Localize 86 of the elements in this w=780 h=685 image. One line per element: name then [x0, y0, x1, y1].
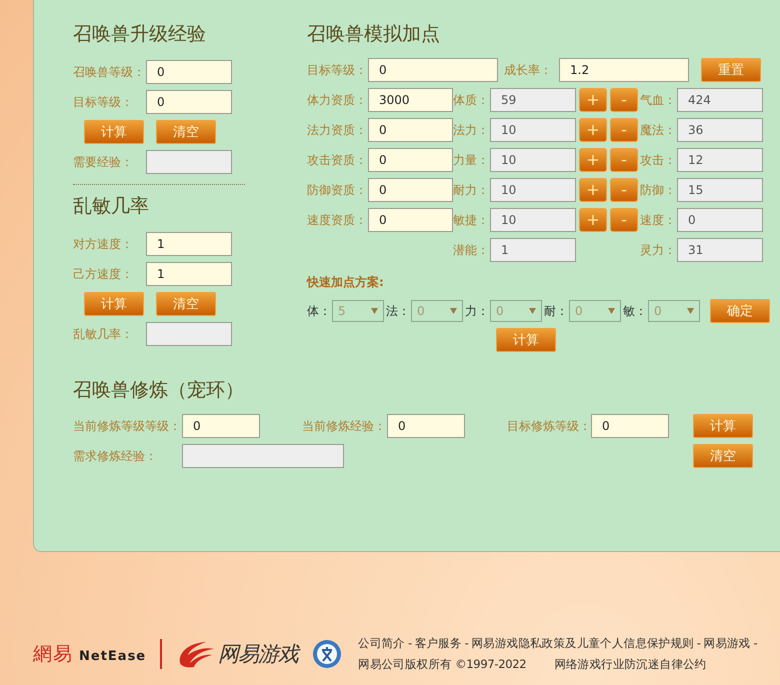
input-field[interactable]: 0 — [591, 414, 669, 438]
field-label: 法力： — [453, 122, 490, 138]
footer-link[interactable]: 客户服务 — [414, 636, 462, 651]
input-field[interactable]: 15 — [677, 178, 763, 202]
field-label: 攻击资质： — [307, 152, 368, 168]
input-field[interactable]: 0 — [368, 118, 453, 142]
field-label: 体质： — [453, 92, 490, 108]
select-label: 敏： — [623, 302, 648, 320]
input-field[interactable]: 0 — [368, 178, 453, 202]
caret-icon — [687, 308, 694, 314]
separator: - — [753, 636, 758, 651]
field-label: 攻击： — [640, 152, 677, 168]
input-field[interactable] — [146, 150, 232, 174]
input-field[interactable]: 0 — [368, 208, 453, 232]
select-label: 力： — [465, 302, 490, 320]
footer-link[interactable]: 公司简介 — [358, 636, 405, 651]
input-field[interactable]: 1 — [490, 238, 576, 262]
input-field[interactable]: 0 — [146, 60, 232, 84]
field-label: 目标等级： — [73, 94, 134, 110]
caret-icon — [450, 308, 457, 314]
field-label: 目标等级： — [307, 62, 368, 78]
games-logo: 网易游戏 — [176, 639, 298, 669]
field-label: 当前修炼等级等级： — [73, 418, 182, 434]
input-field[interactable]: 1.2 — [559, 58, 689, 82]
field-label: 对方速度： — [73, 236, 134, 252]
input-field[interactable]: 0 — [146, 90, 232, 114]
field-label: 召唤兽等级： — [73, 64, 146, 80]
section-title: 乱敏几率 — [73, 194, 150, 218]
field-label: 防御资质： — [307, 182, 368, 198]
field-label: 需求修炼经验： — [73, 448, 158, 464]
input-field[interactable]: 12 — [677, 148, 763, 172]
separator: - — [408, 636, 412, 651]
field-label: 气血： — [640, 92, 677, 108]
field-label: 法力资质： — [307, 122, 368, 138]
field-label: 己方速度： — [73, 266, 134, 282]
field-label: 灵力： — [640, 242, 677, 258]
section-title: 召唤兽升级经验 — [73, 22, 207, 46]
field-label: 乱敏几率： — [73, 326, 134, 342]
quick-plan-label: 快速加点方案: — [307, 274, 385, 291]
input-field[interactable]: 1 — [146, 232, 232, 256]
select-label: 体： — [307, 302, 332, 320]
section-title: 召唤兽修炼（宠环） — [73, 378, 245, 402]
caret-icon — [529, 308, 536, 314]
field-label: 目标修炼等级： — [507, 418, 591, 434]
separator: - — [696, 636, 701, 651]
badge-icon — [312, 639, 342, 669]
input-field[interactable]: 0 — [368, 58, 498, 82]
input-field[interactable]: 31 — [677, 238, 763, 262]
brand-logo: 網易 NetEase — [33, 642, 146, 667]
input-field[interactable]: 0 — [677, 208, 763, 232]
input-field[interactable]: 10 — [490, 178, 576, 202]
footer-link[interactable]: 网络游戏行业防沉迷自律公约 — [554, 657, 706, 672]
input-field[interactable]: 10 — [490, 118, 576, 142]
input-field[interactable]: 10 — [490, 208, 576, 232]
input-field[interactable]: 1 — [146, 262, 232, 286]
select-label: 法： — [386, 302, 411, 320]
input-field[interactable]: 36 — [677, 118, 763, 142]
separator: - — [464, 636, 468, 651]
copyright-text: 网易公司版权所有 ©1997-2022 — [358, 657, 526, 672]
field-label: 力量： — [453, 152, 490, 168]
field-label: 需要经验： — [73, 154, 134, 170]
caret-icon — [608, 308, 615, 314]
caret-icon — [371, 308, 378, 314]
select-label: 耐： — [544, 302, 569, 320]
field-label: 成长率： — [504, 62, 553, 78]
field-label: 敏捷： — [453, 212, 490, 228]
footer-link[interactable]: 网易游戏 — [704, 636, 750, 651]
input-field[interactable]: 59 — [490, 88, 576, 112]
footer-link[interactable]: 网易游戏隐私政策及儿童个人信息保护规则 — [471, 636, 694, 651]
input-field[interactable]: 0 — [182, 414, 260, 438]
field-label: 耐力： — [453, 182, 490, 198]
field-label: 体力资质： — [307, 92, 368, 108]
field-label: 当前修炼经验： — [302, 418, 387, 434]
section-title: 召唤兽模拟加点 — [307, 22, 441, 46]
field-label: 速度资质： — [307, 212, 368, 228]
input-field[interactable]: 10 — [490, 148, 576, 172]
input-field[interactable] — [146, 322, 232, 346]
input-field[interactable]: 0 — [387, 414, 465, 438]
field-label: 潜能： — [453, 242, 490, 258]
field-label: 速度： — [640, 212, 677, 228]
input-field[interactable]: 424 — [677, 88, 763, 112]
field-label: 魔法： — [640, 122, 677, 138]
input-field[interactable]: 3000 — [368, 88, 453, 112]
input-field[interactable] — [182, 444, 344, 468]
field-label: 防御： — [640, 182, 677, 198]
input-field[interactable]: 0 — [368, 148, 453, 172]
